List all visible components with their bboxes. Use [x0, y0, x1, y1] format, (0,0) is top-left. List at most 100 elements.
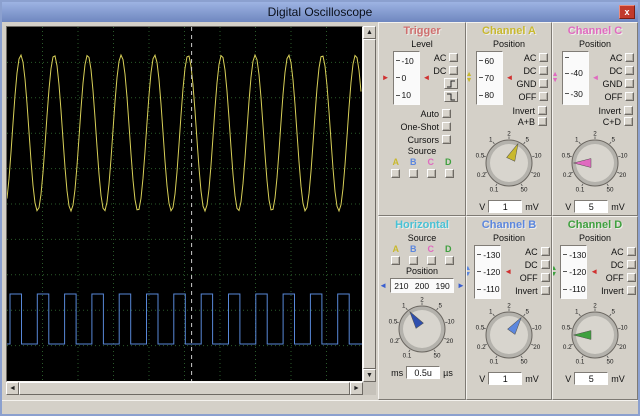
title-bar[interactable]: Digital Oscilloscope x — [2, 2, 638, 22]
channel-a-position-marker[interactable]: ◄ — [506, 74, 514, 82]
horizontal-position-right-arrow[interactable]: ► — [457, 281, 465, 290]
channel-a-off-button[interactable] — [539, 92, 549, 101]
trigger-title: Trigger — [403, 25, 441, 37]
channel-a-position-label: Position — [492, 39, 526, 49]
one-shot-button[interactable] — [442, 122, 451, 131]
channel-b-off-label: OFF — [519, 272, 538, 283]
channel-a-invert-button[interactable] — [538, 106, 547, 115]
falling-edge-button[interactable] — [444, 91, 459, 102]
channel-a-gnd-button[interactable] — [539, 79, 549, 88]
channel-c-position-marker[interactable]: ◄ — [592, 74, 600, 82]
channel-c-position-slider[interactable]: -40 -30 — [561, 51, 589, 105]
scroll-up-icon[interactable]: ▲ — [363, 26, 376, 39]
channel-b-position-slider[interactable]: -130 -120 -110 — [474, 245, 502, 299]
svg-text:20: 20 — [619, 172, 627, 179]
channel-c-off-label: OFF — [604, 91, 623, 102]
channel-a-sum-button[interactable] — [538, 117, 547, 126]
channel-c-gain-knob[interactable]: 0.1 0.2 0.5 1 2 5 10 20 50 — [553, 129, 637, 199]
horizontal-source-d-button[interactable] — [444, 256, 454, 265]
svg-text:0.1: 0.1 — [490, 186, 499, 193]
channel-c-off-button[interactable] — [625, 92, 635, 101]
channel-c-invert-button[interactable] — [624, 106, 633, 115]
trigger-ac-button[interactable] — [449, 53, 459, 62]
channel-a-position-arrows[interactable]: ▲ ▼ — [467, 51, 473, 105]
horizontal-position-left-arrow[interactable]: ◄ — [379, 281, 387, 290]
scroll-down-icon[interactable]: ▼ — [363, 369, 376, 382]
trigger-source-b-button[interactable] — [408, 169, 418, 178]
horizontal-source-c-button[interactable] — [426, 256, 436, 265]
channel-b-ac-button[interactable] — [540, 247, 550, 256]
horizontal-source-b-button[interactable] — [408, 256, 418, 265]
trigger-source-d-button[interactable] — [444, 169, 454, 178]
channel-a-invert-label: Invert — [512, 105, 535, 116]
channel-b-gain-knob[interactable]: 0.1 0.2 0.5 1 2 5 10 20 50 — [467, 301, 551, 371]
auto-button[interactable] — [442, 109, 451, 118]
channel-c-scale-readout: 5 — [574, 200, 609, 213]
channel-a-position-slider[interactable]: 60 70 80 — [475, 51, 503, 105]
trigger-level-tick: 10 — [394, 90, 419, 100]
horizontal-source-label: Source — [407, 233, 437, 243]
timebase-knob[interactable]: 0.1 0.2 0.5 1 2 5 10 20 50 — [379, 295, 465, 365]
channel-b-position-marker[interactable]: ◄ — [504, 268, 512, 276]
channel-a-dc-button[interactable] — [539, 66, 549, 75]
channel-c-dc-button[interactable] — [625, 66, 635, 75]
svg-text:50: 50 — [433, 352, 441, 359]
close-button[interactable]: x — [619, 5, 635, 19]
trigger-level-marker-right[interactable]: ◄ — [423, 74, 431, 82]
channel-c-volts-label: V — [565, 201, 572, 212]
scope-region: ▲ ▼ ◄ ► — [2, 22, 378, 400]
channel-d-position-label: Position — [578, 233, 612, 243]
channel-d-position-arrows[interactable]: ▲▼ — [553, 245, 557, 299]
svg-text:0.2: 0.2 — [390, 338, 399, 345]
channel-d-position-slider[interactable]: -130 -120 -110 — [560, 245, 588, 299]
channel-c-sum-button[interactable] — [624, 117, 633, 126]
rising-edge-button[interactable] — [444, 78, 459, 89]
horizontal-scrollbar[interactable]: ◄ ► — [6, 382, 363, 395]
svg-text:20: 20 — [533, 344, 541, 351]
channel-b-dc-button[interactable] — [540, 260, 550, 269]
source-b-label: B — [410, 244, 417, 254]
channel-a-gain-knob[interactable]: 0.1 0.2 0.5 1 2 5 10 20 50 — [467, 129, 551, 199]
channel-d-dc-button[interactable] — [626, 260, 636, 269]
waveform-plot — [6, 27, 362, 381]
channel-a-millivolts-label: mV — [525, 201, 539, 212]
horizontal-position-slider[interactable]: 210 200 190 — [390, 278, 454, 293]
channel-a-ac-button[interactable] — [539, 53, 549, 62]
position-tick: -120 — [561, 267, 586, 277]
falling-edge-icon — [447, 93, 456, 100]
position-tick — [563, 57, 588, 58]
vertical-scrollbar[interactable]: ▲ ▼ — [363, 26, 376, 382]
channel-d-off-button[interactable] — [626, 273, 636, 282]
horizontal-scroll-thumb[interactable] — [19, 382, 350, 395]
channel-b-off-button[interactable] — [540, 273, 550, 282]
window-footer — [2, 400, 638, 414]
channel-c-gnd-button[interactable] — [625, 79, 635, 88]
svg-text:1: 1 — [489, 137, 493, 144]
horizontal-source-a-button[interactable] — [390, 256, 400, 265]
svg-text:20: 20 — [619, 344, 627, 351]
channel-d-position-marker[interactable]: ◄ — [590, 268, 598, 276]
channel-d-ac-button[interactable] — [626, 247, 636, 256]
channel-b-ac-label: AC — [525, 246, 538, 257]
scroll-left-icon[interactable]: ◄ — [6, 382, 19, 395]
channel-c-ac-button[interactable] — [625, 53, 635, 62]
trigger-level-marker-left[interactable]: ► — [382, 74, 390, 82]
trigger-dc-button[interactable] — [449, 66, 459, 75]
channel-b-invert-button[interactable] — [540, 286, 550, 295]
channel-b-title: Channel B — [481, 219, 537, 231]
channel-b-position-arrows[interactable]: ▲▼ — [467, 245, 471, 299]
trigger-level-slider[interactable]: -10 0 10 — [392, 51, 420, 105]
channel-d-gain-knob[interactable]: 0.1 0.2 0.5 1 2 5 10 20 50 — [553, 301, 637, 371]
svg-text:10: 10 — [534, 325, 542, 332]
trigger-source-c-button[interactable] — [426, 169, 436, 178]
channel-d-ac-label: AC — [611, 246, 624, 257]
vertical-scroll-thumb[interactable] — [363, 39, 376, 369]
position-tick: -130 — [475, 250, 500, 260]
channel-a-ac-label: AC — [523, 52, 537, 63]
scroll-right-icon[interactable]: ► — [350, 382, 363, 395]
cursors-button[interactable] — [442, 135, 451, 144]
scope-display[interactable] — [6, 26, 363, 382]
trigger-source-a-button[interactable] — [390, 169, 400, 178]
channel-c-position-arrows[interactable]: ▲ ▼ — [553, 51, 559, 105]
channel-d-invert-button[interactable] — [626, 286, 636, 295]
